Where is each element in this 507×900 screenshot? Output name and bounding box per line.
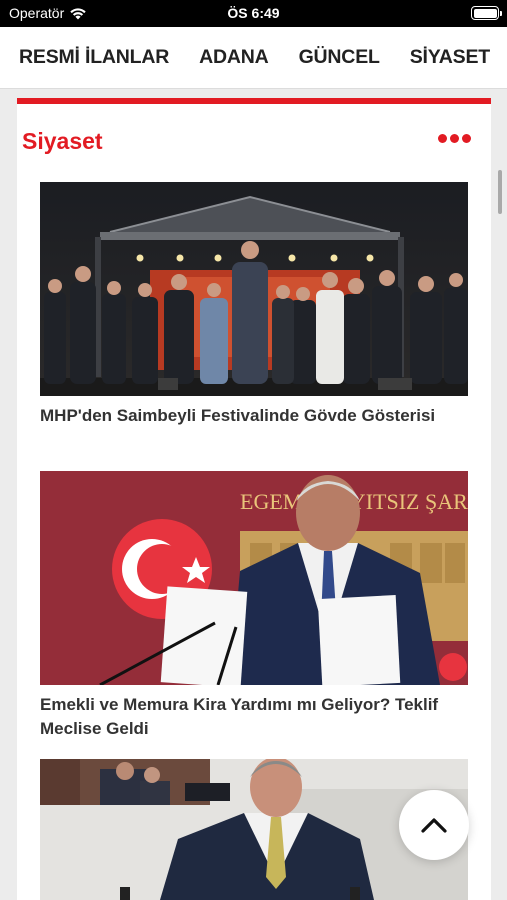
category-nav: RESMİ İLANLAR ADANA GÜNCEL SİYASET	[0, 27, 507, 89]
section-title[interactable]: Siyaset	[22, 128, 103, 155]
article-image[interactable]: EGEMEN AYITSIZ ŞAR	[40, 471, 468, 685]
festival-stage-photo	[40, 182, 468, 396]
article-card[interactable]: MHP'den Saimbeyli Festivalinde Gövde Gös…	[40, 182, 468, 428]
category-tab-adana[interactable]: ADANA	[199, 46, 269, 69]
category-tab-guncel[interactable]: GÜNCEL	[299, 46, 380, 69]
more-dots-icon[interactable]	[438, 134, 471, 143]
battery-icon	[471, 6, 502, 20]
status-bar: Operatör ÖS 6:49	[0, 0, 507, 27]
article-headline[interactable]: Emekli ve Memura Kira Yardımı mı Geliyor…	[40, 693, 468, 741]
article-image[interactable]	[40, 182, 468, 396]
article-headline[interactable]: MHP'den Saimbeyli Festivalinde Gövde Gös…	[40, 404, 468, 428]
status-time: ÖS 6:49	[227, 5, 280, 21]
category-tab-resmi-ilanlar[interactable]: RESMİ İLANLAR	[19, 46, 169, 69]
parliament-speaker-photo: EGEMEN AYITSIZ ŞAR	[40, 471, 468, 685]
scrollbar-thumb[interactable]	[498, 170, 502, 214]
news-app-screen: Operatör ÖS 6:49 RESMİ İLANLAR ADANA GÜN…	[0, 0, 507, 900]
category-tab-siyaset[interactable]: SİYASET	[410, 46, 490, 69]
article-card[interactable]: EGEMEN AYITSIZ ŞAR Emekli ve Memura Kira…	[40, 471, 468, 741]
chevron-up-icon	[421, 818, 447, 833]
section-accent-bar	[17, 98, 491, 104]
scroll-to-top-button[interactable]	[399, 790, 469, 860]
